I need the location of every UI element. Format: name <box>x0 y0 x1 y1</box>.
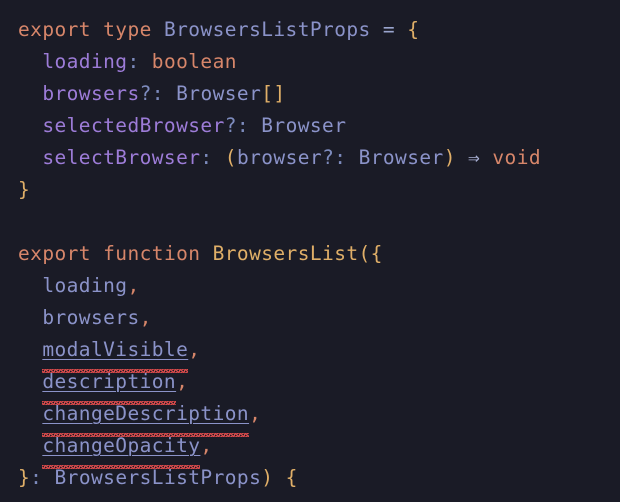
code-line[interactable]: loading, <box>0 270 620 302</box>
code-token: selectedBrowser <box>42 114 225 137</box>
code-line[interactable]: selectBrowser: (browser?: Browser) ⇒ voi… <box>0 142 620 174</box>
code-line-clipped: c <box>0 497 55 502</box>
code-token: loading <box>42 274 128 297</box>
code-text-surface[interactable]: export type BrowsersListProps = { loadin… <box>0 14 620 494</box>
code-token: : <box>236 114 250 137</box>
code-token: ) <box>443 146 456 169</box>
code-token: : <box>30 466 43 489</box>
code-line[interactable]: } <box>0 174 620 206</box>
code-editor[interactable]: export type BrowsersListProps = { loadin… <box>0 0 620 502</box>
code-token: Browser <box>176 82 262 105</box>
code-token: selectBrowser <box>42 146 201 169</box>
code-token: browsers <box>42 82 140 105</box>
code-token: function <box>103 242 201 265</box>
code-token: , <box>188 338 201 361</box>
code-token-error: changeDescription <box>42 398 249 437</box>
code-token: BrowsersListProps <box>54 466 262 489</box>
code-line[interactable]: loading: boolean <box>0 46 620 78</box>
code-token: } <box>18 178 31 201</box>
code-token-error: modalVisible <box>42 334 189 373</box>
code-token: ⇒ <box>468 146 481 169</box>
code-line[interactable]: changeOpacity, <box>0 430 620 469</box>
code-token: , <box>139 306 152 329</box>
code-line[interactable]: modalVisible, <box>0 334 620 373</box>
code-line-blank[interactable] <box>0 206 620 238</box>
code-token: ( <box>224 146 237 169</box>
code-line[interactable]: }: BrowsersListProps) { <box>0 462 620 494</box>
code-line[interactable]: browsers, <box>0 302 620 334</box>
code-token: , <box>127 274 140 297</box>
code-token: void <box>492 146 542 169</box>
code-token: : <box>200 146 213 169</box>
code-line[interactable]: browsers?: Browser[] <box>0 78 620 110</box>
code-line[interactable]: selectedBrowser?: Browser <box>0 110 620 142</box>
code-token: browsers <box>42 306 140 329</box>
code-token: boolean <box>151 50 237 73</box>
code-line[interactable]: export type BrowsersListProps = { <box>0 14 620 46</box>
code-token: browser <box>236 146 323 169</box>
code-token: , <box>249 402 262 425</box>
code-token: ? <box>224 114 237 137</box>
code-token: , <box>200 434 213 457</box>
code-token: BrowsersListProps <box>163 18 371 41</box>
code-token: BrowsersList <box>212 242 359 265</box>
code-line[interactable]: export function BrowsersList({ <box>0 238 620 270</box>
code-token: [] <box>261 82 286 105</box>
code-token: type <box>103 18 152 41</box>
code-token-error: description <box>42 366 176 405</box>
code-token: { <box>285 466 298 489</box>
code-token: export <box>18 18 91 41</box>
code-token: ({ <box>358 242 383 265</box>
code-token: { <box>407 18 420 41</box>
code-token: , <box>176 370 189 393</box>
code-line[interactable]: changeDescription, <box>0 398 620 437</box>
code-line[interactable]: description, <box>0 366 620 405</box>
code-token: loading <box>42 50 128 73</box>
code-token: Browser <box>261 114 347 137</box>
code-token-error: changeOpacity <box>42 430 201 469</box>
code-token: = <box>382 18 396 41</box>
code-token: ? <box>322 146 335 169</box>
code-token: ? <box>139 82 152 105</box>
code-token: export <box>18 242 91 265</box>
code-token: Browser <box>358 146 444 169</box>
code-token: : <box>334 146 347 169</box>
code-token: : <box>127 50 140 73</box>
code-token: ) <box>261 466 274 489</box>
code-token: } <box>18 466 31 489</box>
code-token: : <box>151 82 164 105</box>
